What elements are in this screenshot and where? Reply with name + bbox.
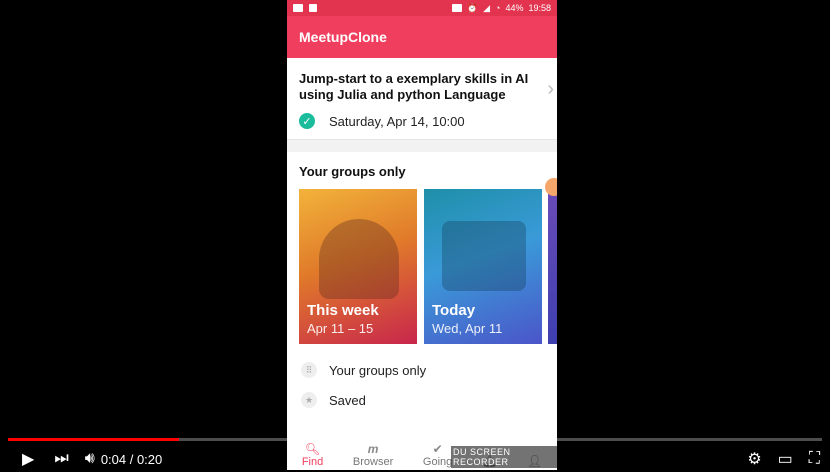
- volume-icon[interactable]: 🔊︎: [85, 450, 95, 468]
- alarm-icon: ⏰: [466, 2, 479, 13]
- tile-title: Today: [432, 302, 476, 319]
- list-item-label: Saved: [329, 392, 366, 408]
- check-icon: ✓: [299, 113, 315, 129]
- app-bar: MeetupClone: [287, 16, 557, 58]
- video-time: 0:04 / 0:20: [100, 451, 163, 467]
- fullscreen-icon[interactable]: ⛶: [809, 450, 820, 468]
- event-date: Saturday, Apr 14, 10:00: [329, 113, 465, 129]
- people-photo: [319, 219, 399, 299]
- tile-this-week[interactable]: This week Apr 11 – 15: [299, 189, 417, 344]
- tile-today[interactable]: Today Wed, Apr 11: [424, 189, 542, 344]
- phone-screen: ⏰ ◢ ◔ 44% 19:58 MeetupClone Jump-start t…: [287, 0, 557, 470]
- signal-icon: ◢: [483, 2, 491, 13]
- groups-section: Your groups only This week Apr 11 – 15 T…: [287, 152, 557, 470]
- cast-icon: [451, 4, 462, 12]
- list-item-label: Your groups only: [329, 362, 427, 378]
- video-camera-icon: [293, 4, 303, 12]
- clock: 19:58: [528, 3, 551, 13]
- gear-icon[interactable]: ⚙: [747, 449, 761, 469]
- status-bar: ⏰ ◢ ◔ 44% 19:58: [287, 0, 557, 16]
- tile-title: This week: [307, 302, 379, 319]
- event-date-row: ✓ Saturday, Apr 14, 10:00: [299, 113, 545, 129]
- phone-icon: [309, 4, 317, 12]
- event-title: Jump-start to a exemplary skills in AI u…: [299, 71, 529, 102]
- app-title: MeetupClone: [299, 29, 387, 45]
- groups-carousel[interactable]: This week Apr 11 – 15 Today Wed, Apr 11: [299, 189, 557, 345]
- event-card[interactable]: Jump-start to a exemplary skills in AI u…: [287, 58, 557, 140]
- video-progress-bar[interactable]: [8, 438, 822, 441]
- list-item-saved[interactable]: ★ Saved: [299, 385, 557, 415]
- tile-dates: Wed, Apr 11: [432, 321, 503, 336]
- battery-percent: 44%: [505, 3, 524, 13]
- next-icon[interactable]: ⏭: [54, 450, 68, 468]
- play-icon[interactable]: ▶: [22, 449, 34, 469]
- player-controls: ▶ ⏭ 🔊︎ 0:04 / 0:20 ⚙ ▭ ⛶: [0, 446, 830, 472]
- star-icon: ★: [301, 392, 317, 408]
- tile-next-peek[interactable]: [548, 189, 557, 344]
- groups-title: Your groups only: [299, 164, 406, 179]
- list-item-groups[interactable]: ⠿ Your groups only: [299, 355, 557, 385]
- tile-dates: Apr 11 – 15: [307, 321, 374, 336]
- chevron-right-icon: ›: [547, 78, 554, 100]
- battery-icon: ◔: [495, 3, 501, 13]
- video-progress-fill: [8, 438, 179, 441]
- theater-mode-icon[interactable]: ▭: [778, 449, 793, 469]
- grid-icon: ⠿: [301, 362, 317, 378]
- fab-button[interactable]: [545, 178, 557, 196]
- meeting-photo: [442, 221, 526, 291]
